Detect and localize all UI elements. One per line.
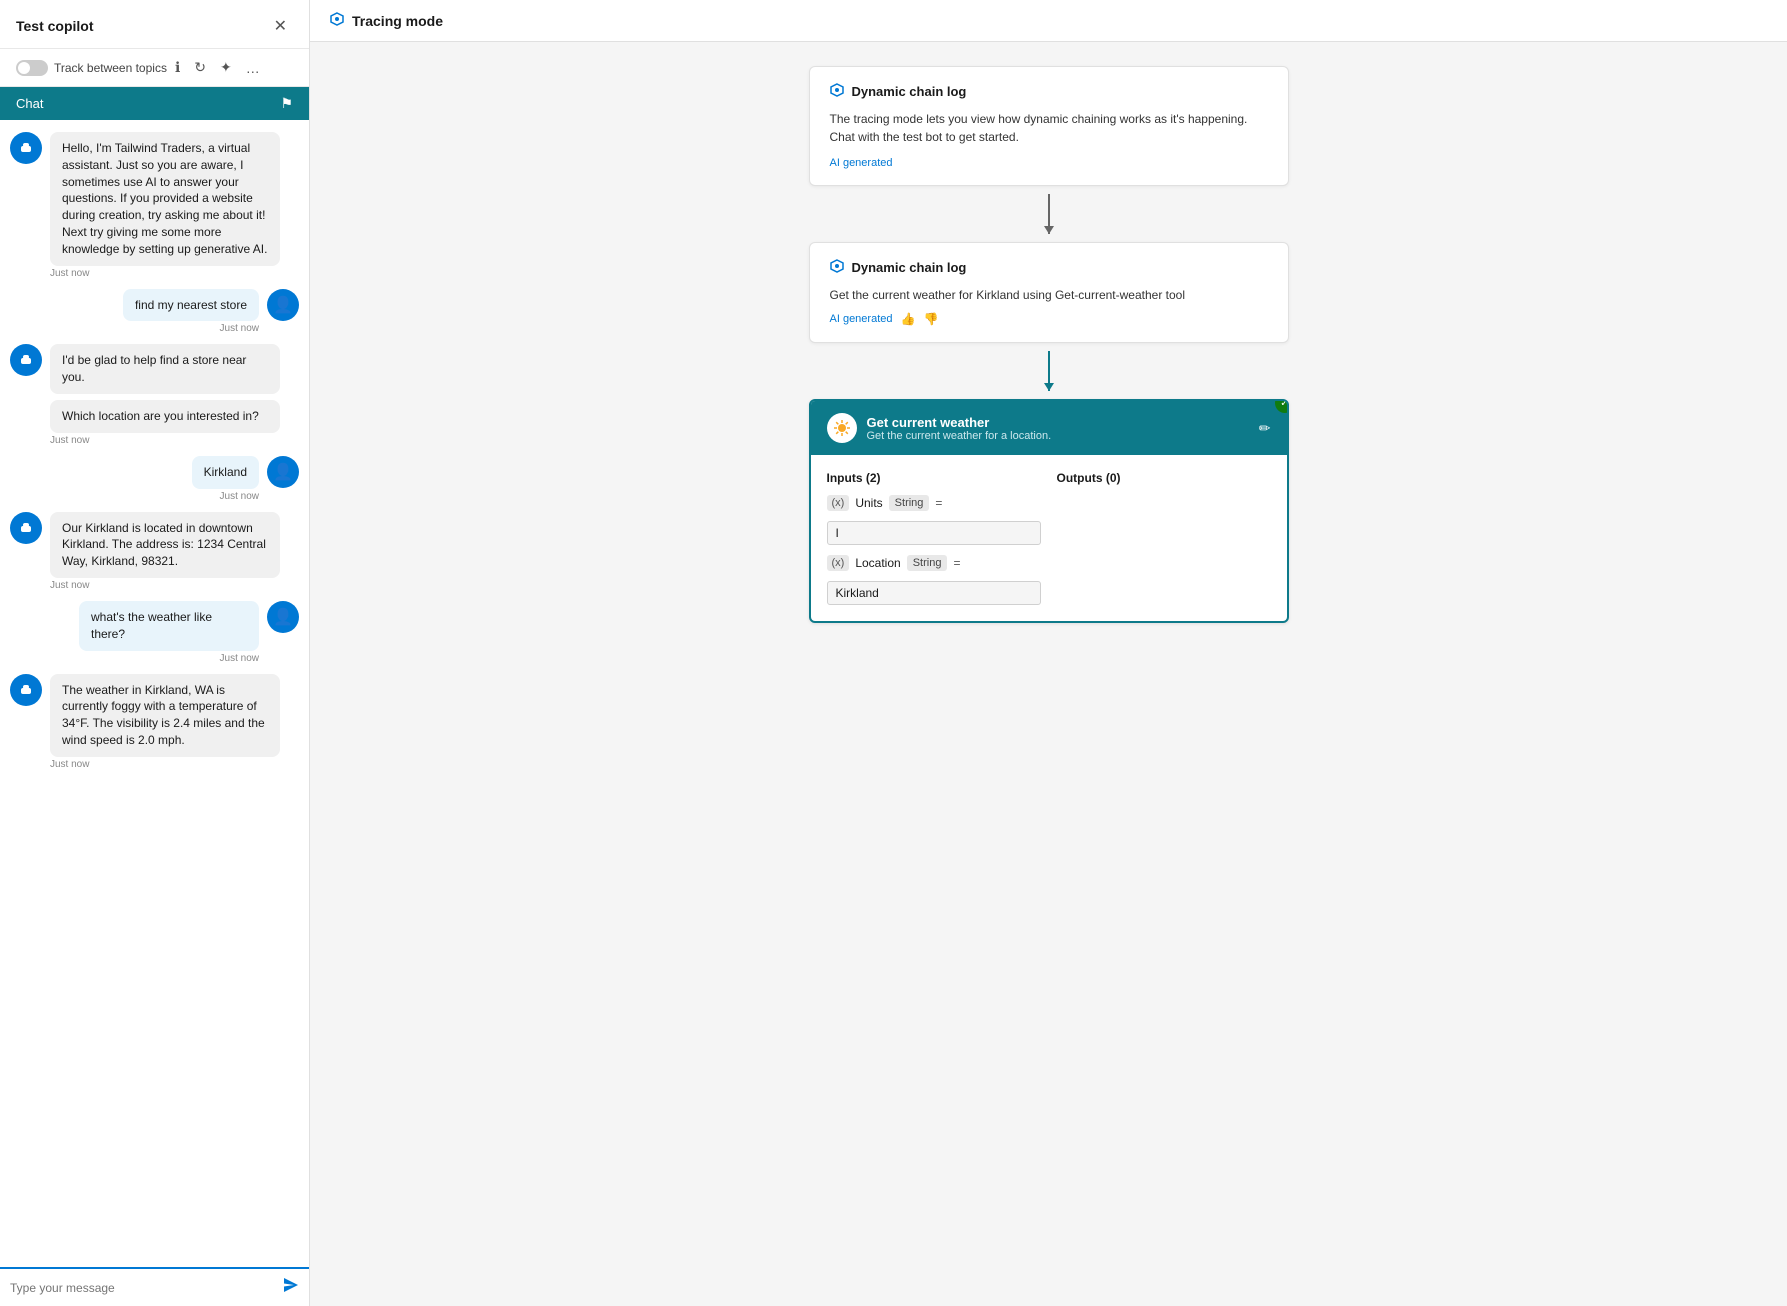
user-bubble: Kirkland xyxy=(192,456,259,489)
panel-toolbar: Track between topics ℹ ↻ ✦ … xyxy=(0,49,309,87)
chain-icon xyxy=(830,83,844,100)
chat-area: Hello, I'm Tailwind Traders, a virtual a… xyxy=(0,120,309,1267)
user-bubble: find my nearest store xyxy=(123,289,259,322)
param-name-units: Units xyxy=(855,496,882,510)
bot-bubble: The weather in Kirkland, WA is currently… xyxy=(50,674,280,757)
bot-avatar xyxy=(10,344,42,376)
user-avatar: 👤 xyxy=(267,289,299,321)
param-x-badge: (x) xyxy=(827,495,850,511)
chain-icon xyxy=(830,259,844,276)
chain-card-header: Dynamic chain log xyxy=(830,83,1268,100)
bot-message-row: The weather in Kirkland, WA is currently… xyxy=(10,674,299,770)
bot-bubble: Our Kirkland is located in downtown Kirk… xyxy=(50,512,280,578)
left-panel: Test copilot ✕ Track between topics ℹ ↻ … xyxy=(0,0,310,1306)
bot-bubble: I'd be glad to help find a store near yo… xyxy=(50,344,280,394)
timestamp: Just now xyxy=(50,580,280,591)
param-name-location: Location xyxy=(855,556,900,570)
right-panel: Tracing mode Dynamic chain log The traci… xyxy=(310,0,1787,1306)
bot-avatar xyxy=(10,512,42,544)
connector-arrow-1 xyxy=(1048,186,1050,242)
add-icon[interactable]: ✦ xyxy=(218,57,234,78)
chain-card-1: Dynamic chain log The tracing mode lets … xyxy=(809,66,1289,186)
param-type-units: String xyxy=(889,495,930,511)
flag-icon[interactable]: ⚑ xyxy=(280,95,293,112)
panel-header: Test copilot ✕ xyxy=(0,0,309,49)
ai-generated-row: AI generated 👍 👎 xyxy=(830,312,1268,326)
weather-icon-circle xyxy=(827,413,857,443)
user-bubble: what's the weather like there? xyxy=(79,601,259,651)
param-x-badge: (x) xyxy=(827,555,850,571)
io-row: Inputs (2) (x) Units String = I (x) Loc xyxy=(827,471,1271,605)
weather-card: ✓ Get current wea xyxy=(809,399,1289,623)
ai-generated-link[interactable]: AI generated xyxy=(830,313,893,325)
panel-title: Test copilot xyxy=(16,18,94,34)
outputs-section: Outputs (0) xyxy=(1057,471,1271,605)
inputs-section: Inputs (2) (x) Units String = I (x) Loc xyxy=(827,471,1041,605)
weather-card-header: Get current weather Get the current weat… xyxy=(811,401,1287,455)
timestamp: Just now xyxy=(50,268,280,279)
chain-card-2: Dynamic chain log Get the current weathe… xyxy=(809,242,1289,343)
ai-generated-link[interactable]: AI generated xyxy=(830,157,893,169)
timestamp: Just now xyxy=(123,323,259,334)
refresh-icon[interactable]: ↻ xyxy=(192,57,208,78)
chat-input-area xyxy=(0,1267,309,1306)
bot-bubble: Which location are you interested in? xyxy=(50,400,280,433)
track-label: Track between topics xyxy=(54,61,167,75)
bot-message-row: Our Kirkland is located in downtown Kirk… xyxy=(10,512,299,591)
thumbs-up-icon[interactable]: 👍 xyxy=(901,312,916,326)
timestamp: Just now xyxy=(50,435,280,446)
tracing-title: Tracing mode xyxy=(352,13,443,29)
chat-input[interactable] xyxy=(10,1281,275,1295)
chat-tab-bar: Chat ⚑ xyxy=(0,87,309,120)
param-row-location: (x) Location String = xyxy=(827,555,1041,571)
toggle-knob xyxy=(18,62,30,74)
param-eq: = xyxy=(935,496,942,510)
tracing-content: Dynamic chain log The tracing mode lets … xyxy=(310,42,1787,1306)
chat-tab-label: Chat xyxy=(16,96,43,111)
param-eq: = xyxy=(953,556,960,570)
chain-card-title: Dynamic chain log xyxy=(852,260,967,275)
param-value-location: Kirkland xyxy=(827,581,1041,605)
thumbs-down-icon[interactable]: 👎 xyxy=(923,312,938,326)
chain-card-body: The tracing mode lets you view how dynam… xyxy=(830,110,1268,146)
chain-card-title: Dynamic chain log xyxy=(852,84,967,99)
weather-card-body: Inputs (2) (x) Units String = I (x) Loc xyxy=(811,455,1287,621)
send-button[interactable] xyxy=(283,1277,299,1298)
connector-arrow-2 xyxy=(1048,343,1050,399)
track-toggle[interactable]: Track between topics ℹ xyxy=(16,57,182,78)
user-avatar: 👤 xyxy=(267,456,299,488)
bot-message-row: I'd be glad to help find a store near yo… xyxy=(10,344,299,445)
more-icon[interactable]: … xyxy=(244,58,262,78)
weather-card-title: Get current weather xyxy=(867,415,1052,430)
tracing-icon xyxy=(330,12,344,29)
arrow-down-teal xyxy=(1048,351,1050,391)
timestamp: Just now xyxy=(192,491,259,502)
close-button[interactable]: ✕ xyxy=(268,14,293,38)
weather-card-title-group: Get current weather Get the current weat… xyxy=(867,415,1052,442)
edit-icon[interactable]: ✏ xyxy=(1259,420,1271,437)
toggle-switch[interactable] xyxy=(16,60,48,76)
timestamp: Just now xyxy=(50,759,280,770)
param-type-location: String xyxy=(907,555,948,571)
chain-card-body: Get the current weather for Kirkland usi… xyxy=(830,286,1268,304)
timestamp: Just now xyxy=(79,653,259,664)
bot-message-row: Hello, I'm Tailwind Traders, a virtual a… xyxy=(10,132,299,279)
tracing-header: Tracing mode xyxy=(310,0,1787,42)
bot-avatar xyxy=(10,132,42,164)
param-row-units: (x) Units String = xyxy=(827,495,1041,511)
inputs-label: Inputs (2) xyxy=(827,471,1041,485)
chain-card-header: Dynamic chain log xyxy=(830,259,1268,276)
info-icon: ℹ xyxy=(173,57,182,78)
user-avatar: 👤 xyxy=(267,601,299,633)
arrow-down xyxy=(1048,194,1050,234)
user-message-row: Kirkland Just now 👤 xyxy=(10,456,299,502)
param-value-units: I xyxy=(827,521,1041,545)
weather-card-subtitle: Get the current weather for a location. xyxy=(867,430,1052,442)
bot-bubble: Hello, I'm Tailwind Traders, a virtual a… xyxy=(50,132,280,266)
user-message-row: what's the weather like there? Just now … xyxy=(10,601,299,664)
bot-avatar xyxy=(10,674,42,706)
user-message-row: find my nearest store Just now 👤 xyxy=(10,289,299,335)
outputs-label: Outputs (0) xyxy=(1057,471,1271,485)
